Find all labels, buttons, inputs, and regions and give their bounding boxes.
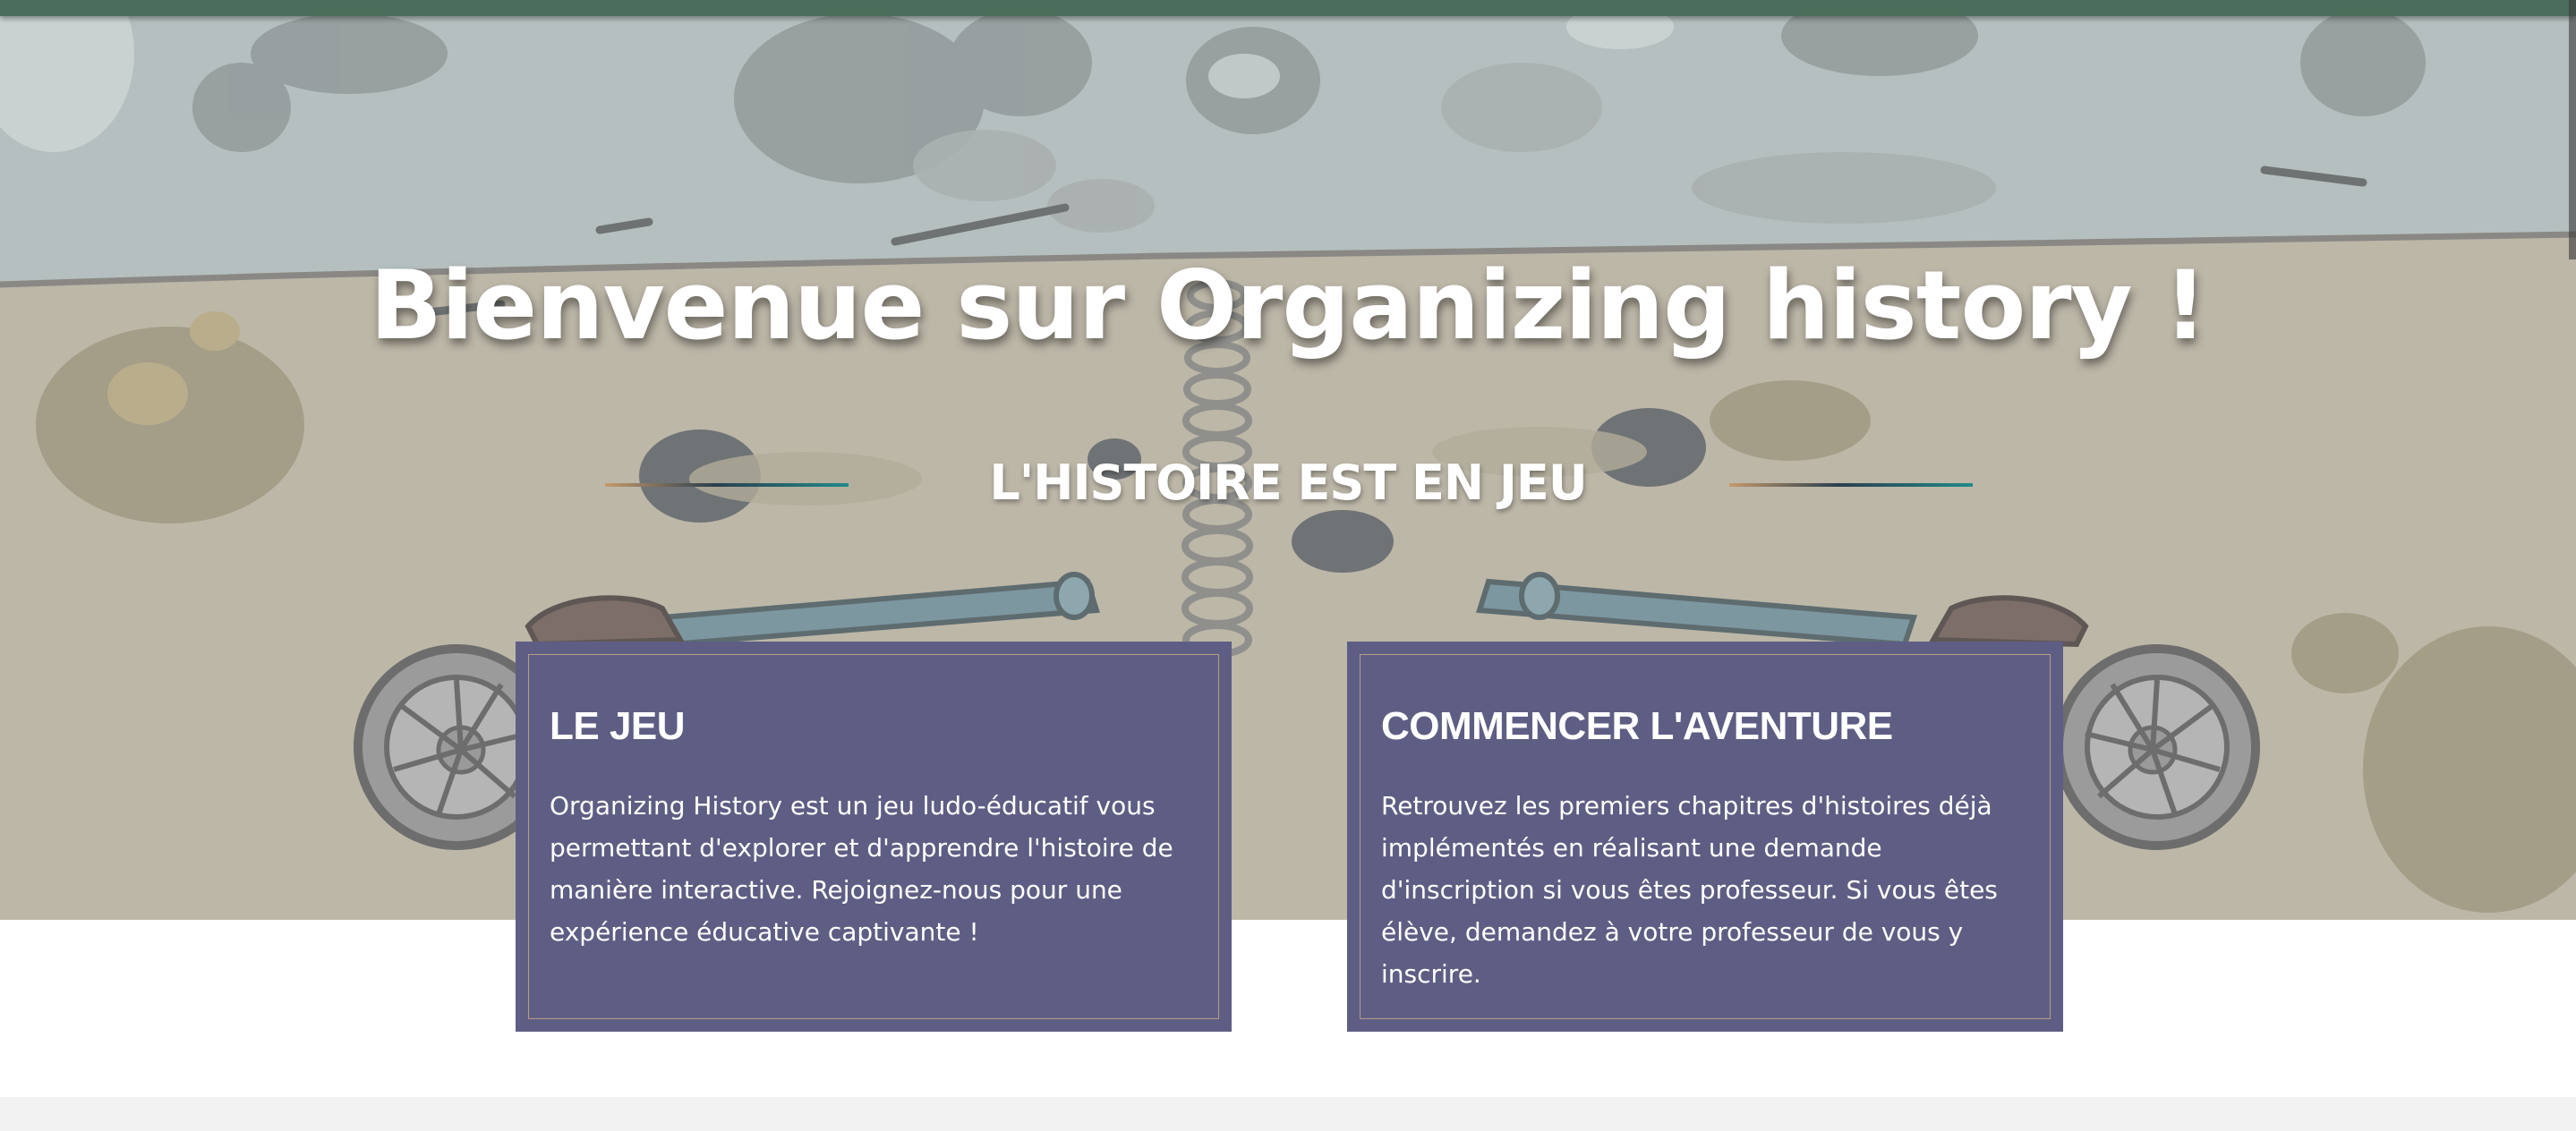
card-title: LE JEU xyxy=(550,704,686,748)
card-le-jeu: LE JEU Organizing History est un jeu lud… xyxy=(516,642,1232,1032)
scrollbar[interactable] xyxy=(2569,0,2576,259)
card-title: COMMENCER L'AVENTURE xyxy=(1381,704,1893,748)
top-navigation-bar xyxy=(0,0,2576,16)
decorative-line-right xyxy=(1729,483,1973,487)
footer-strip xyxy=(0,1097,2576,1131)
card-description: Retrouvez les premiers chapitres d'histo… xyxy=(1381,791,1998,989)
hero-subtitle-row: L'HISTOIRE EST EN JEU xyxy=(0,447,2576,528)
hero-subtitle: L'HISTOIRE EST EN JEU xyxy=(989,455,1587,511)
card-commencer-aventure: COMMENCER L'AVENTURE Retrouvez les premi… xyxy=(1347,642,2063,1032)
hero-title: Bienvenue sur Organizing history ! xyxy=(370,251,2207,361)
card-description: Organizing History est un jeu ludo-éduca… xyxy=(550,791,1173,947)
hero-banner: Bienvenue sur Organizing history ! L'HIS… xyxy=(0,0,2576,920)
